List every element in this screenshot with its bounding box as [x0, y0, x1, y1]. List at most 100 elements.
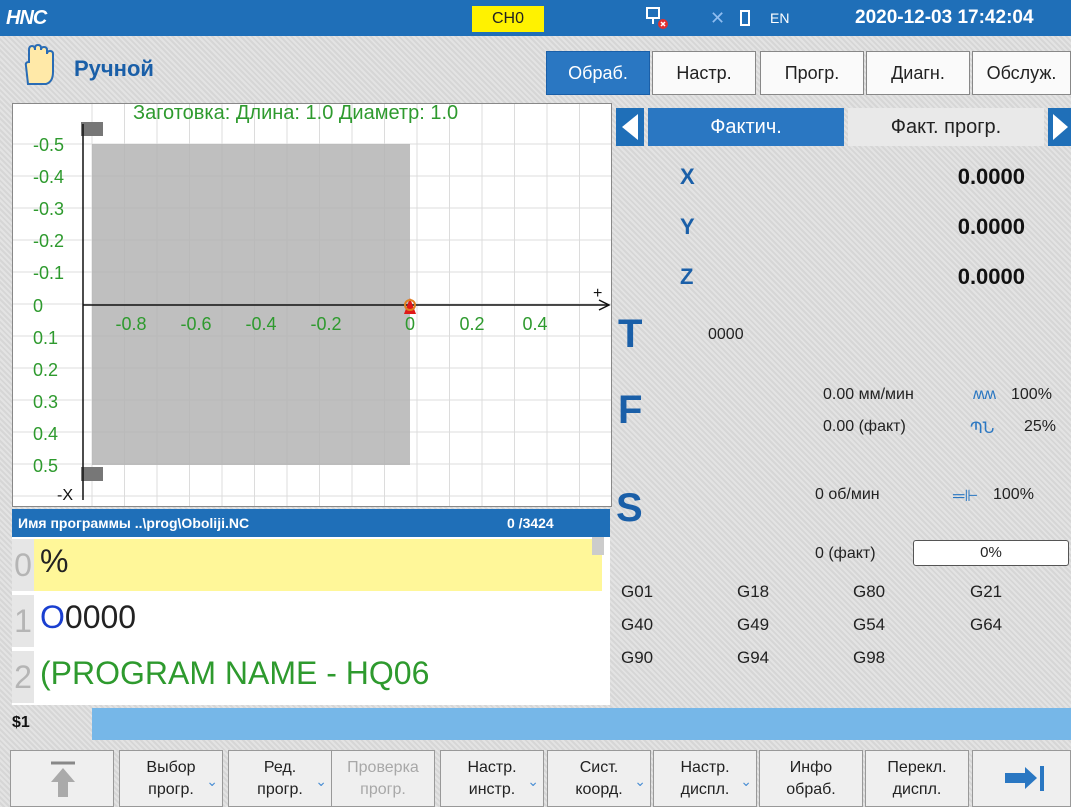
axis-x-value: 0.0000 [957, 164, 1025, 189]
spindle-load-bar: 0% [913, 540, 1069, 566]
program-header: Имя программы ..\prog\Oboliji.NC 0 /3424 [12, 509, 610, 537]
status-bar: HNC CH0 ✕ EN 2020-12-03 17:42:04 [0, 0, 1071, 36]
feed-label: F [618, 388, 643, 432]
gcode-g40: G40 [621, 615, 654, 634]
y-tick-label: 0 [33, 296, 43, 316]
close-icon[interactable]: ✕ [710, 8, 725, 29]
gcode-g21: G21 [970, 582, 1003, 601]
spindle-label: S [616, 486, 643, 530]
softkey-label: Проверка прогр. [347, 759, 419, 798]
softkey-edit-program[interactable]: Ред. прогр. ⌄ [228, 750, 332, 807]
softkey-tool-setup[interactable]: Настр. инстр. ⌄ [440, 750, 544, 807]
spindle-override-icon: ═⊩ [953, 488, 979, 505]
program-line-current[interactable]: 0 % [12, 539, 602, 591]
program-line[interactable]: 1 O0000 [12, 595, 602, 647]
softkey-switch-display[interactable]: Перекл. диспл. [865, 750, 969, 807]
tool-label: T [618, 312, 643, 356]
softkey-display-setup[interactable]: Настр. диспл. ⌄ [653, 750, 757, 807]
z-axis-label: + [593, 285, 602, 302]
softkey-home[interactable] [10, 750, 114, 807]
graph-canvas: -0.5 -0.4 -0.3 -0.2 -0.1 0 0.1 0.2 0.3 0.4 0.5 -0.8… [13, 104, 611, 506]
mode-title: Ручной [74, 56, 154, 81]
softkey-next-page[interactable] [972, 750, 1071, 807]
spindle-speed: 0 об/мин [815, 486, 880, 503]
chevron-down-icon: ⌄ [206, 773, 218, 789]
softkey-coord-system[interactable]: Сист. коорд. ⌄ [547, 750, 651, 807]
scrollbar[interactable] [592, 537, 604, 555]
axis-y-label: Y [680, 214, 695, 239]
gcode-g80: G80 [853, 582, 886, 601]
x-axis-label: -X [57, 487, 73, 504]
program-line[interactable]: 2 (PROGRAM NAME - HQ06 [12, 651, 602, 703]
battery-icon [740, 10, 750, 26]
tab-diagnostics[interactable]: Диагн. [866, 51, 970, 95]
tool-number: 0000 [708, 326, 744, 343]
line-text: O0000 [40, 599, 137, 635]
y-tick-label: 0.2 [33, 360, 58, 380]
line-number: 1 [12, 595, 34, 647]
line-number: 2 [12, 651, 34, 703]
softkey-check-program[interactable]: Проверка прогр. [331, 750, 435, 807]
gcode-g94: G94 [737, 648, 770, 667]
x-tick-label: 0.2 [459, 314, 484, 334]
feed-override: 100% [1011, 386, 1052, 403]
chuck-jaw-bottom [81, 467, 103, 481]
hand-icon [24, 44, 54, 85]
y-tick-label: 0.5 [33, 456, 58, 476]
line-number: 0 [12, 539, 34, 591]
tab-program[interactable]: Прогр. [760, 51, 864, 95]
gcode-g01: G01 [621, 582, 654, 601]
y-tick-label: -0.4 [33, 167, 64, 187]
arrow-up-to-top-icon [51, 761, 75, 797]
chevron-down-icon: ⌄ [634, 773, 646, 789]
coordinate-tabs: Фактич. Факт. прогр. [616, 108, 1071, 146]
softkey-label: Инфо обраб. [786, 759, 836, 798]
y-tick-label: 0.4 [33, 424, 58, 444]
axis-z-label: Z [680, 264, 694, 289]
command-label: $1 [12, 714, 30, 731]
command-input[interactable] [92, 708, 1071, 740]
feed-value: 0.00 мм/мин [823, 386, 914, 403]
x-tick-label: -0.2 [310, 314, 341, 334]
chuck-jaw-top [81, 122, 103, 136]
tab-setup[interactable]: Настр. [652, 51, 756, 95]
y-tick-label: -0.2 [33, 231, 64, 251]
channel-indicator[interactable]: CH0 [472, 6, 544, 32]
tab-machining[interactable]: Обраб. [546, 51, 650, 95]
language-indicator[interactable]: EN [770, 10, 789, 26]
datetime: 2020-12-03 17:42:04 [855, 7, 1034, 28]
chevron-down-icon: ⌄ [740, 773, 752, 789]
tab-actual[interactable]: Фактич. [648, 108, 844, 146]
x-tick-label: 0 [405, 314, 415, 334]
spindle-override: 100% [993, 486, 1034, 503]
rapid-override-icon: ՊՆ [970, 420, 995, 437]
x-tick-label: -0.4 [245, 314, 276, 334]
tab-maintenance[interactable]: Обслуж. [972, 51, 1071, 95]
softkey-select-program[interactable]: Выбор прогр. ⌄ [119, 750, 223, 807]
program-listing[interactable]: 0 % 1 O0000 2 (PROGRAM NAME - HQ06 [12, 537, 610, 705]
cnc-screen: HNC CH0 ✕ EN 2020-12-03 17:42:04 Ручной … [0, 0, 1071, 807]
blank-size-label: Заготовка: Длина: 1.0 Диаметр: 1.0 [133, 103, 459, 124]
arrow-right-icon [1053, 114, 1068, 140]
arrow-left-icon [622, 114, 638, 140]
rapid-override: 25% [1024, 418, 1057, 435]
softkey-machining-info[interactable]: Инфо обраб. [759, 750, 863, 807]
y-tick-label: -0.1 [33, 263, 64, 283]
y-tick-label: -0.3 [33, 199, 64, 219]
x-tick-label: -0.6 [180, 314, 211, 334]
toolpath-graph[interactable]: -0.5 -0.4 -0.3 -0.2 -0.1 0 0.1 0.2 0.3 0.4 0.5 -0.8… [12, 103, 612, 507]
tab-prev-button[interactable] [616, 108, 644, 146]
arrow-right-to-end-icon [1005, 766, 1044, 791]
gcode-g64: G64 [970, 615, 1003, 634]
softkey-label: Перекл. диспл. [887, 759, 947, 798]
gcode-g49: G49 [737, 615, 770, 634]
tab-next-button[interactable] [1048, 108, 1071, 146]
spindle-actual: 0 (факт) [815, 545, 876, 562]
program-name: Имя программы ..\prog\Oboliji.NC [18, 515, 250, 531]
y-tick-label: 0.3 [33, 392, 58, 412]
line-text: % [40, 543, 69, 579]
program-line-counter: 0 /3424 [507, 515, 554, 531]
tab-actual-program[interactable]: Факт. прогр. [848, 108, 1044, 146]
gcode-g18: G18 [737, 582, 770, 601]
line-text: (PROGRAM NAME - HQ06 [40, 655, 430, 691]
